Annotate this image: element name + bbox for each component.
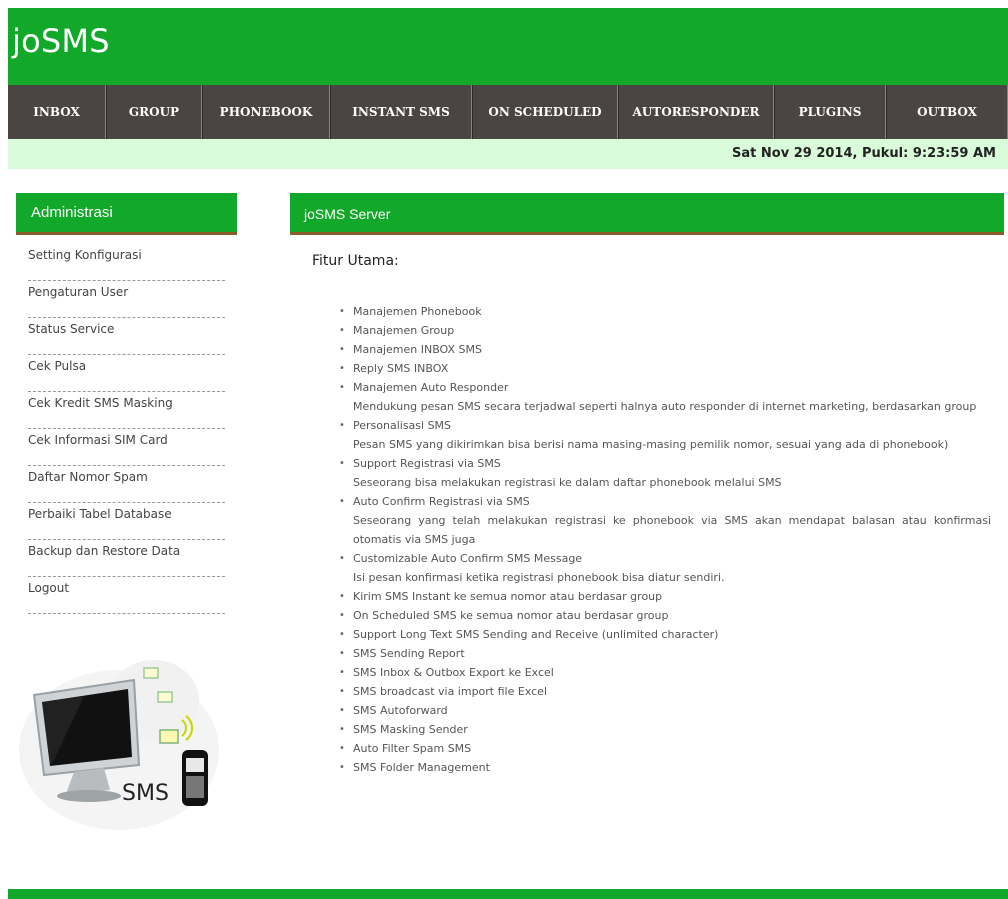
main-title: joSMS Server: [290, 193, 1004, 235]
nav-autoresponder[interactable]: AUTORESPONDER: [618, 85, 774, 139]
sidebar-item-cek-pulsa[interactable]: Cek Pulsa: [28, 355, 225, 392]
sidebar-item-pengaturan-user[interactable]: Pengaturan User: [28, 281, 225, 318]
nav-outbox[interactable]: OUTBOX: [886, 85, 1008, 139]
features-heading: Fitur Utama:: [312, 253, 399, 269]
header: joSMS: [8, 8, 1008, 85]
feature-item: Manajemen Phonebook: [337, 302, 991, 321]
footer-bar: [8, 889, 1008, 899]
feature-item: SMS Inbox & Outbox Export ke Excel: [337, 663, 991, 682]
feature-description: Mendukung pesan SMS secara terjadwal sep…: [353, 400, 977, 413]
sidebar-item-backup-restore[interactable]: Backup dan Restore Data: [28, 540, 225, 577]
sidebar-item-cek-kredit-sms-masking[interactable]: Cek Kredit SMS Masking: [28, 392, 225, 429]
nav-on-scheduled[interactable]: ON SCHEDULED: [472, 85, 618, 139]
feature-item: SMS Sending Report: [337, 644, 991, 663]
feature-item: Manajemen Group: [337, 321, 991, 340]
feature-description: Isi pesan konfirmasi ketika registrasi p…: [353, 571, 725, 584]
feature-item: Manajemen INBOX SMS: [337, 340, 991, 359]
feature-description: Seseorang yang telah melakukan registras…: [353, 514, 991, 546]
sidebar-item-setting-konfigurasi[interactable]: Setting Konfigurasi: [28, 244, 225, 281]
date-bar: Sat Nov 29 2014, Pukul: 9:23:59 AM: [8, 139, 1008, 169]
feature-item: Kirim SMS Instant ke semua nomor atau be…: [337, 587, 991, 606]
feature-description: Seseorang bisa melakukan registrasi ke d…: [353, 476, 782, 489]
feature-description: Pesan SMS yang dikirimkan bisa berisi na…: [353, 438, 949, 451]
feature-item: SMS Autoforward: [337, 701, 991, 720]
sidebar-item-daftar-nomor-spam[interactable]: Daftar Nomor Spam: [28, 466, 225, 503]
app-logo[interactable]: joSMS: [12, 22, 110, 60]
feature-item: Support Registrasi via SMSSeseorang bisa…: [337, 454, 991, 492]
sidebar-item-status-service[interactable]: Status Service: [28, 318, 225, 355]
sidebar-item-perbaiki-tabel-database[interactable]: Perbaiki Tabel Database: [28, 503, 225, 540]
sms-illustration: SMS: [19, 660, 219, 830]
feature-list: Manajemen Phonebook Manajemen Group Mana…: [337, 302, 991, 777]
sidebar-item-cek-informasi-sim-card[interactable]: Cek Informasi SIM Card: [28, 429, 225, 466]
sidebar-menu: Setting Konfigurasi Pengaturan User Stat…: [28, 244, 225, 614]
feature-item: Personalisasi SMSPesan SMS yang dikirimk…: [337, 416, 991, 454]
feature-item: Manajemen Auto ResponderMendukung pesan …: [337, 378, 991, 416]
nav-inbox[interactable]: INBOX: [8, 85, 106, 139]
feature-item: SMS broadcast via import file Excel: [337, 682, 991, 701]
current-datetime: Sat Nov 29 2014, Pukul: 9:23:59 AM: [732, 146, 996, 161]
main-nav: INBOX GROUP PHONEBOOK INSTANT SMS ON SCH…: [8, 85, 1008, 139]
feature-item: On Scheduled SMS ke semua nomor atau ber…: [337, 606, 991, 625]
feature-item: Auto Filter Spam SMS: [337, 739, 991, 758]
feature-item: Customizable Auto Confirm SMS MessageIsi…: [337, 549, 991, 587]
nav-instant-sms[interactable]: INSTANT SMS: [330, 85, 472, 139]
sidebar-title: Administrasi: [16, 193, 237, 235]
feature-item: SMS Folder Management: [337, 758, 991, 777]
feature-item: Auto Confirm Registrasi via SMSSeseorang…: [337, 492, 991, 549]
feature-item: SMS Masking Sender: [337, 720, 991, 739]
sms-illustration-label: SMS: [122, 781, 169, 806]
sidebar-item-logout[interactable]: Logout: [28, 577, 225, 614]
feature-item: Support Long Text SMS Sending and Receiv…: [337, 625, 991, 644]
feature-item: Reply SMS INBOX: [337, 359, 991, 378]
nav-group[interactable]: GROUP: [106, 85, 202, 139]
nav-phonebook[interactable]: PHONEBOOK: [202, 85, 330, 139]
nav-plugins[interactable]: PLUGINS: [774, 85, 886, 139]
